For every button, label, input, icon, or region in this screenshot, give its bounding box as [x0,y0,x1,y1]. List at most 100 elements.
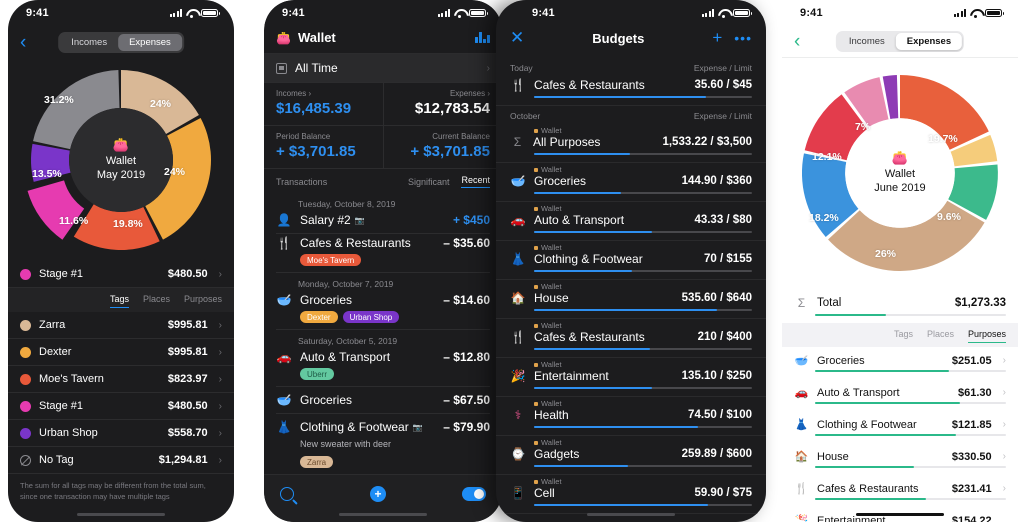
purpose-amount: $251.05 [951,354,992,367]
expenses-donut-chart[interactable]: 👛 Wallet May 2019 24% 24% 19.8% 11.6% 13… [8,58,234,261]
incomes-expenses-segmented-control[interactable]: Incomes Expenses [835,31,965,52]
expenses-donut-chart[interactable]: 👛 Wallet June 2019 19.7% 9.6% 26% 18.2% … [782,58,1018,288]
list-item[interactable]: 🥣 Groceries $251.05 › [782,347,1018,372]
incomes-expenses-segmented-control[interactable]: Incomes Expenses [58,31,184,53]
incomes-cell[interactable]: Incomes › $16,485.39 [264,83,383,125]
total-row[interactable]: Σ Total $1,273.33 [782,288,1018,314]
budget-row[interactable]: Wallet 👗 Clothing & Footwear 70 / $155 [496,241,766,280]
budget-progress-bar [534,426,752,428]
tag-chip[interactable]: Zarra [300,456,334,468]
tag-chips: Zarra [300,456,435,468]
tag-name: Urban Shop [39,427,98,439]
transaction-row[interactable]: 🚗 Auto & Transport Uberr – $12.80 [264,348,502,386]
budget-progress-bar [534,387,752,389]
tab-places[interactable]: Places [927,329,954,343]
expenses-cell[interactable]: Expenses › $12,783.54 [382,83,503,125]
list-item[interactable]: No Tag $1,294.81 › [8,447,234,474]
period-selector[interactable]: All Time › [264,53,502,83]
budget-wallet: Wallet [541,282,562,291]
budget-row[interactable]: Wallet ⌚ Gadgets 259.89 / $600 [496,436,766,475]
close-icon[interactable]: ✕ [510,28,524,48]
period-balance-cell: Period Balance + $3,701.85 [264,126,383,168]
budget-values: 43.33 / $80 [694,214,752,226]
cellular-signal-icon [954,9,966,17]
search-icon[interactable] [280,486,294,501]
tag-chip[interactable]: Uberr [300,368,335,380]
budget-row[interactable]: Wallet 🍴 Cafes & Restaurants 210 / $400 [496,319,766,358]
tab-places[interactable]: Places [143,294,170,308]
add-transaction-button[interactable]: + [370,485,386,502]
add-budget-button[interactable]: + [712,28,722,48]
status-bar: 9:41 [782,0,1018,26]
tag-list: Zarra $995.81 › Dexter $995.81 › Moe's T… [8,312,234,474]
segment-incomes[interactable]: Incomes [60,34,118,51]
budget-row[interactable]: Wallet ⚕ Health 74.50 / $100 [496,397,766,436]
list-item[interactable]: Stage #1 $480.50 › [8,393,234,420]
budget-row[interactable]: Wallet Σ All Purposes 1,533.22 / $3,500 [496,124,766,163]
budget-row[interactable]: Wallet 🏠 House 535.60 / $640 [496,280,766,319]
transaction-row[interactable]: 👗 Clothing & Footwear 📷 New sweater with… [264,414,502,474]
day-label: Tuesday, October 8, 2019 [298,199,396,209]
tab-purposes[interactable]: Purposes [967,329,1006,343]
transaction-row[interactable]: 🥣 Groceries – $67.50 [264,387,502,413]
transactions-title: Transactions [276,176,328,187]
budget-row[interactable]: Wallet 🥣 Groceries 144.90 / $360 [496,163,766,202]
cellular-signal-icon [438,9,450,17]
transaction-amount: – $12.80 [443,350,490,364]
tag-chip[interactable]: Moe's Tavern [300,254,362,266]
tab-purposes[interactable]: Purposes [184,294,222,308]
summary-row-stage1[interactable]: Stage #1 $480.50 › [8,261,234,288]
slice-label-red: 12.1% [812,151,842,163]
list-item[interactable]: 👗 Clothing & Footwear $121.85 › [782,411,1018,436]
current-balance-label: Current Balance [432,132,490,141]
tab-recent[interactable]: Recent [461,175,490,188]
wallet-dot-icon [534,245,538,250]
list-item[interactable]: Moe's Tavern $823.97 › [8,366,234,393]
transaction-row[interactable]: 🥣 Groceries Dexter Urban Shop – $14.60 [264,291,502,329]
slice-label-tan: 24% [150,98,172,110]
segment-expenses[interactable]: Expenses [118,33,182,51]
list-item[interactable]: 🚗 Auto & Transport $61.30 › [782,379,1018,404]
budget-row[interactable]: Wallet 🚗 Auto & Transport 43.33 / $80 [496,202,766,241]
tab-tags[interactable]: Tags [894,329,913,343]
tab-tags[interactable]: Tags [109,294,129,308]
tag-chip[interactable]: Dexter [300,311,338,323]
segment-incomes[interactable]: Incomes [838,33,896,50]
wifi-icon [186,9,197,18]
purpose-amount: $121.85 [951,418,992,431]
list-item[interactable]: 🏠 House $330.50 › [782,443,1018,468]
battery-icon [469,8,488,18]
transaction-row[interactable]: 👤 Salary #2 📷 + $450 [264,211,502,233]
wifi-icon [718,9,729,18]
tags-places-purposes-tabs[interactable]: Tags Places Purposes [8,288,234,312]
budget-values: 259.89 / $600 [681,448,752,460]
budget-row[interactable]: Wallet 🎉 Entertainment 135.10 / $250 [496,358,766,397]
tab-significant[interactable]: Significant [408,177,450,187]
transaction-row[interactable]: 🍴 Cafes & Restaurants Moe's Tavern – $35… [264,234,502,272]
groceries-icon: 🥣 [276,393,292,407]
list-item[interactable]: Zarra $995.81 › [8,312,234,339]
mode-toggle[interactable] [462,486,486,501]
segment-expenses[interactable]: Expenses [895,33,963,50]
list-item[interactable]: Urban Shop $558.70 › [8,420,234,447]
purpose-amount: $330.50 [951,450,992,463]
section-header-today: Today Expense / Limit [496,58,766,76]
incomes-label: Incomes › [276,89,312,98]
budget-row[interactable]: 🍴 Cafes & Restaurants 35.60 / $45 [496,76,766,106]
bar-chart-icon[interactable] [475,32,490,43]
back-button[interactable]: ‹ [20,33,26,52]
status-time: 9:41 [800,7,823,19]
list-item[interactable]: 🍴 Cafes & Restaurants $231.41 › [782,475,1018,500]
tag-chip[interactable]: Urban Shop [342,311,400,323]
budget-progress-bar [534,231,752,233]
budget-row[interactable]: Wallet 📱 Cell 59.90 / $75 [496,475,766,514]
wallet-dot-icon [534,323,538,328]
chevron-right-icon: › [218,454,222,466]
purpose-progress-bar [815,402,1006,404]
transaction-amount: + $450 [452,213,490,227]
purpose-name: House [817,450,849,463]
more-options-icon[interactable]: ••• [734,30,752,46]
list-item[interactable]: Dexter $995.81 › [8,339,234,366]
tags-places-purposes-tabs[interactable]: Tags Places Purposes [782,323,1018,347]
back-button[interactable]: ‹ [794,32,800,51]
